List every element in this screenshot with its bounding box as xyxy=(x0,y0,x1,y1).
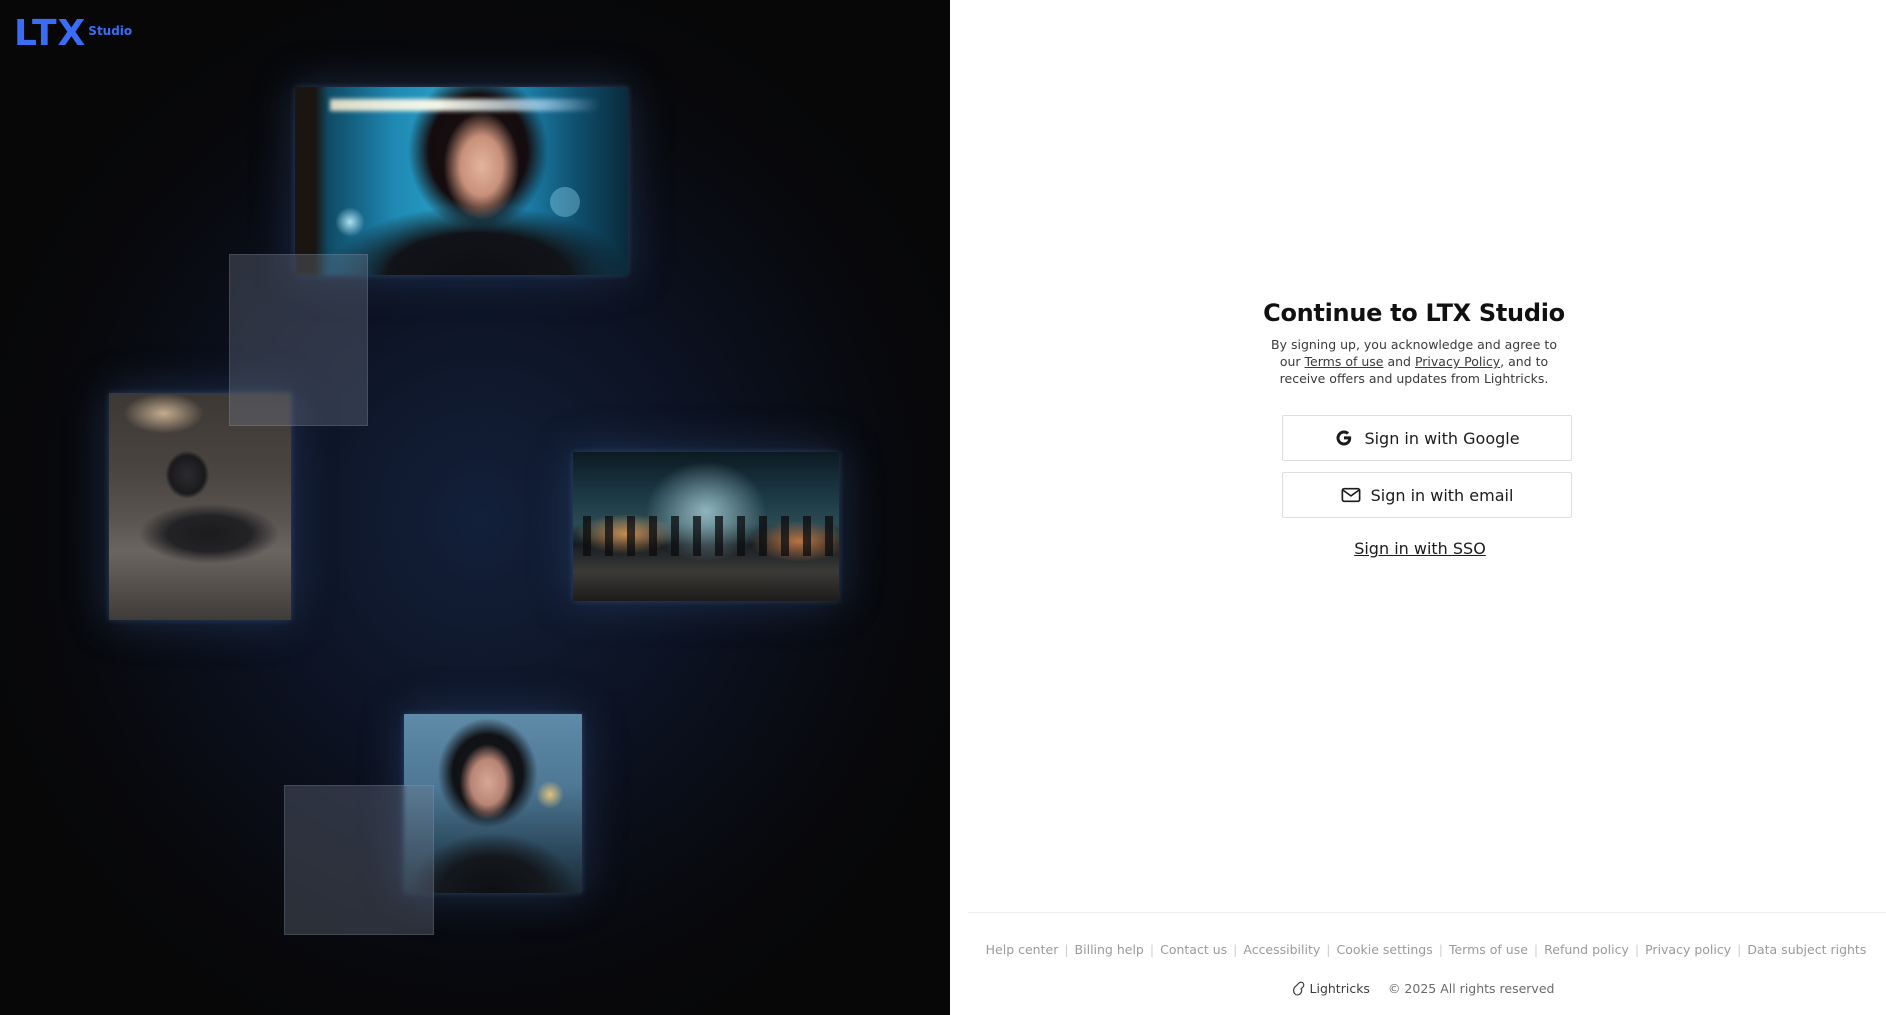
copyright-row: Lightricks © 2025 All rights reserved xyxy=(950,980,1886,996)
lightricks-label: Lightricks xyxy=(1309,980,1370,996)
separator: | xyxy=(1737,942,1742,957)
sign-in-form: Continue to LTX Studio By signing up, yo… xyxy=(950,299,1878,558)
separator: | xyxy=(1064,942,1069,957)
separator: | xyxy=(1634,942,1640,957)
woman-leather-coat-photo xyxy=(295,87,628,275)
footer-link-terms-of-use[interactable]: Terms of use xyxy=(1449,942,1528,957)
separator: | xyxy=(1149,942,1155,957)
copyright-text: © 2025 All rights reserved xyxy=(1387,980,1555,996)
footer-link-billing-help[interactable]: Billing help xyxy=(1075,942,1144,957)
google-g-icon xyxy=(1334,428,1354,448)
sign-in-google-label: Sign in with Google xyxy=(1364,428,1520,448)
sign-in-email-label: Sign in with email xyxy=(1370,485,1514,505)
page-title: Continue to LTX Studio xyxy=(1263,299,1565,327)
hero-panel: LTX Studio xyxy=(0,0,950,1015)
logo-mark: LTX xyxy=(14,13,87,54)
footer-link-privacy-policy[interactable]: Privacy policy xyxy=(1645,942,1731,957)
frosted-glass-card xyxy=(284,785,434,935)
privacy-policy-link[interactable]: Privacy Policy xyxy=(1415,354,1500,369)
auth-panel: Continue to LTX Studio By signing up, yo… xyxy=(950,0,1886,1015)
legal-notice: By signing up, you acknowledge and agree… xyxy=(1264,336,1564,387)
footer-link-refund-policy[interactable]: Refund policy xyxy=(1544,942,1629,957)
footer-links: Help center | Billing help | Contact us | A… xyxy=(950,942,1886,957)
sign-in-sso-link[interactable]: Sign in with SSO xyxy=(950,539,1886,558)
terms-of-use-link[interactable]: Terms of use xyxy=(1305,354,1384,369)
robot-on-floor-photo xyxy=(109,393,291,620)
sign-in-email-button[interactable]: Sign in with email xyxy=(1282,472,1572,518)
separator: | xyxy=(1438,942,1443,957)
ltx-studio-logo[interactable]: LTX Studio xyxy=(14,16,132,52)
separator: | xyxy=(1533,942,1539,957)
legal-and: and xyxy=(1383,354,1415,369)
footer-link-cookie-settings[interactable]: Cookie settings xyxy=(1337,942,1433,957)
logo-subtitle: Studio xyxy=(88,24,133,38)
separator: | xyxy=(1233,942,1238,957)
lightricks-brand-link[interactable]: Lightricks xyxy=(1292,980,1370,996)
footer-link-data-subject-rights[interactable]: Data subject rights xyxy=(1747,942,1866,957)
frosted-glass-card xyxy=(229,254,368,426)
lightricks-logo-icon xyxy=(1292,981,1304,996)
footer-link-contact-us[interactable]: Contact us xyxy=(1160,942,1227,957)
sign-in-google-button[interactable]: Sign in with Google xyxy=(1282,415,1572,461)
separator: | xyxy=(1326,942,1331,957)
rainy-market-street-photo xyxy=(573,452,839,601)
envelope-icon xyxy=(1341,485,1361,505)
footer-link-accessibility[interactable]: Accessibility xyxy=(1243,942,1320,957)
footer-divider xyxy=(968,912,1886,913)
footer-link-help-center[interactable]: Help center xyxy=(986,942,1059,957)
